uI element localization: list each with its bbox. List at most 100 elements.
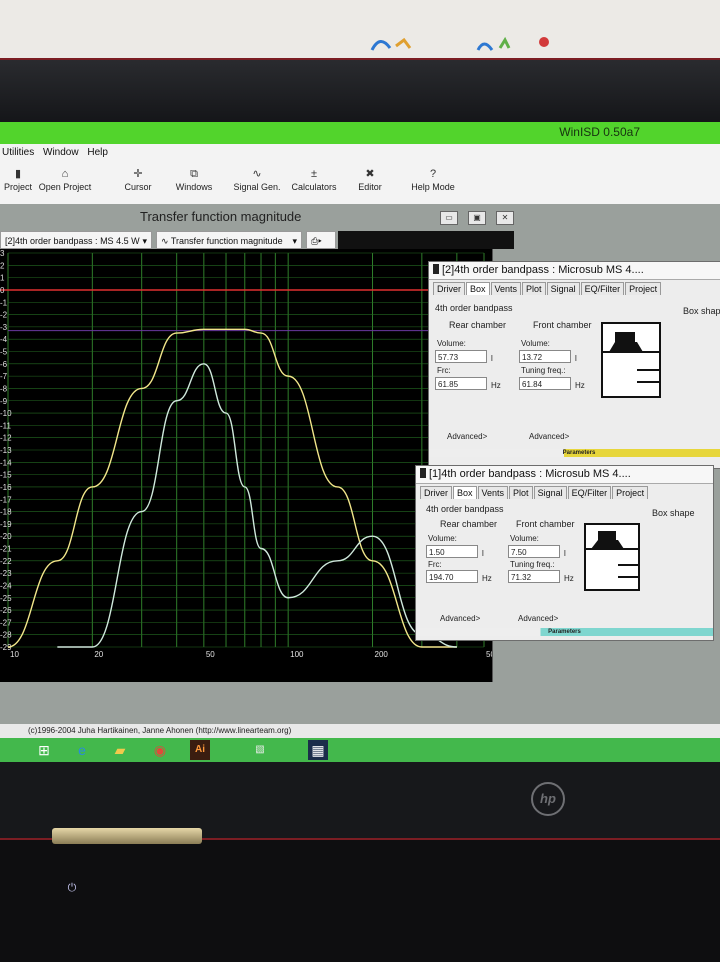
cursor-button[interactable]: ✛ Cursor xyxy=(118,162,158,204)
tab-project[interactable]: Project xyxy=(612,486,649,499)
rear-chamber-label: Rear chamber xyxy=(449,320,507,330)
front-advanced-button[interactable]: Advanced> xyxy=(529,432,569,441)
front-freq-field[interactable]: 61.84 xyxy=(519,377,571,390)
rear-volume-field[interactable]: 1.50 xyxy=(426,545,478,558)
rear-freq-field[interactable]: 61.85 xyxy=(435,377,487,390)
explorer-icon[interactable]: ▰ xyxy=(110,740,130,760)
signal-generator-icon: ∿ xyxy=(252,168,262,180)
front-chamber-label: Front chamber xyxy=(533,320,592,330)
tab-signal[interactable]: Signal xyxy=(533,486,567,499)
y-tick-label: 1 xyxy=(0,274,5,283)
tab-box[interactable]: Box xyxy=(453,486,477,499)
mdi-workspace: Transfer function magnitude ▭ ▣ ✕ [2]4th… xyxy=(0,204,720,724)
menu-utilities[interactable]: Utilities xyxy=(0,144,38,158)
y-tick-label: -14 xyxy=(0,458,12,467)
box-type-select[interactable]: 4th order bandpass xyxy=(435,303,513,313)
help-mode-button[interactable]: ? Help Mode xyxy=(408,162,458,204)
chevron-down-icon: ▾ xyxy=(292,236,297,246)
box-shape-button[interactable]: Box shap xyxy=(683,306,720,316)
rear-advanced-button[interactable]: Advanced> xyxy=(447,432,487,441)
bandpass-box-diagram xyxy=(601,322,661,398)
cursor-icon: ✛ xyxy=(133,168,143,180)
front-volume-field[interactable]: 7.50 xyxy=(508,545,560,558)
y-tick-label: 3 xyxy=(0,249,5,258)
y-tick-label: -27 xyxy=(0,618,12,627)
y-tick-label: -8 xyxy=(0,384,8,393)
tab-plot[interactable]: Plot xyxy=(509,486,533,499)
new-project-button[interactable]: ▮ Project xyxy=(0,162,36,204)
rear-freq-field[interactable]: 194.70 xyxy=(426,570,478,583)
front-volume-field[interactable]: 13.72 xyxy=(519,350,571,363)
menu-help[interactable]: Help xyxy=(85,144,112,158)
menu-window[interactable]: Window xyxy=(41,144,83,158)
power-icon[interactable]: ⏻ xyxy=(66,882,78,894)
tab-vents[interactable]: Vents xyxy=(477,486,509,499)
tab-driver[interactable]: Driver xyxy=(420,486,452,499)
tab-eq-filter[interactable]: EQ/Filter xyxy=(567,486,612,499)
tab-signal[interactable]: Signal xyxy=(546,282,580,295)
print-button[interactable]: ⎙▸ xyxy=(306,231,336,249)
graph-title: Transfer function magnitude xyxy=(140,209,302,224)
front-freq-unit: Hz xyxy=(575,381,585,390)
y-tick-label: 2 xyxy=(0,261,5,270)
front-advanced-button[interactable]: Advanced> xyxy=(518,614,558,623)
y-tick-label: -22 xyxy=(0,557,12,566)
tab-box[interactable]: Box xyxy=(466,282,490,295)
start-icon[interactable]: ⊞ xyxy=(34,740,54,760)
minimize-button[interactable]: ▭ xyxy=(440,211,458,225)
tab-plot[interactable]: Plot xyxy=(522,282,546,295)
new-project-icon: ▮ xyxy=(14,168,22,180)
box-shape-button[interactable]: Box shape xyxy=(652,508,695,518)
front-volume-label: Volume: xyxy=(521,339,550,348)
window-icon xyxy=(420,468,426,478)
y-tick-label: -11 xyxy=(0,421,12,430)
app-icon[interactable]: ▧ xyxy=(230,740,290,760)
project-panel-1: [1]4th order bandpass : Microsub MS 4...… xyxy=(415,465,714,641)
project-panel-2: [2]4th order bandpass : Microsub MS 4...… xyxy=(428,261,720,469)
front-freq-label: Tuning freq.: xyxy=(510,560,555,569)
rear-volume-unit: l xyxy=(491,354,493,363)
windows-button[interactable]: ⧉ Windows xyxy=(172,162,216,204)
winisd-icon[interactable]: ▦ xyxy=(308,740,328,760)
monitor-bezel-bottom: hp xyxy=(0,762,720,838)
tab-project[interactable]: Project xyxy=(625,282,662,295)
editor-button[interactable]: ✖ Editor xyxy=(354,162,386,204)
y-tick-label: 0 xyxy=(0,286,5,295)
tab-vents[interactable]: Vents xyxy=(490,282,522,295)
y-tick-label: -23 xyxy=(0,569,12,578)
rear-chamber-label: Rear chamber xyxy=(440,519,498,529)
calculators-button[interactable]: ± Calculators xyxy=(290,162,338,204)
rear-volume-field[interactable]: 57.73 xyxy=(435,350,487,363)
tab-driver[interactable]: Driver xyxy=(433,282,465,295)
front-freq-field[interactable]: 71.32 xyxy=(508,570,560,583)
taskbar: ⊞ e ▰ ◉ Ai ▧ ▦ xyxy=(0,738,720,762)
rear-freq-unit: Hz xyxy=(491,381,501,390)
panel-2-tabs: Driver Box Vents Plot Signal EQ/Filter Project xyxy=(433,282,662,295)
curve-select[interactable]: ∿ Transfer function magnitude ▾ xyxy=(156,231,302,249)
ie-icon[interactable]: e xyxy=(72,740,92,760)
front-volume-label: Volume: xyxy=(510,534,539,543)
y-tick-label: -7 xyxy=(0,372,8,381)
project-select[interactable]: [2]4th order bandpass : MS 4.5 W ▾ xyxy=(0,231,152,249)
chrome-icon[interactable]: ◉ xyxy=(150,740,170,760)
box-type-select[interactable]: 4th order bandpass xyxy=(426,504,504,514)
y-tick-label: -10 xyxy=(0,409,12,418)
close-button[interactable]: ✕ xyxy=(496,211,514,225)
y-tick-label: -6 xyxy=(0,360,8,369)
wall-doodle xyxy=(370,36,549,51)
open-project-button[interactable]: ⌂ Open Project xyxy=(36,162,94,204)
signal-gen-button[interactable]: ∿ Signal Gen. xyxy=(232,162,282,204)
monitor-bezel-top xyxy=(0,58,720,124)
parameters-bar[interactable]: Parameters xyxy=(416,628,713,636)
windows-icon: ⧉ xyxy=(190,168,198,180)
tab-eq-filter[interactable]: EQ/Filter xyxy=(580,282,625,295)
front-freq-unit: Hz xyxy=(564,574,574,583)
illustrator-icon[interactable]: Ai xyxy=(190,740,210,760)
y-tick-label: -26 xyxy=(0,606,12,615)
maximize-button[interactable]: ▣ xyxy=(468,211,486,225)
y-tick-label: -28 xyxy=(0,631,12,640)
front-chamber-label: Front chamber xyxy=(516,519,575,529)
toolbar: ▮ Project ⌂ Open Project ✛ Cursor ⧉ Wind… xyxy=(0,162,720,205)
parameters-bar[interactable]: Parameters xyxy=(429,449,720,457)
rear-advanced-button[interactable]: Advanced> xyxy=(440,614,480,623)
